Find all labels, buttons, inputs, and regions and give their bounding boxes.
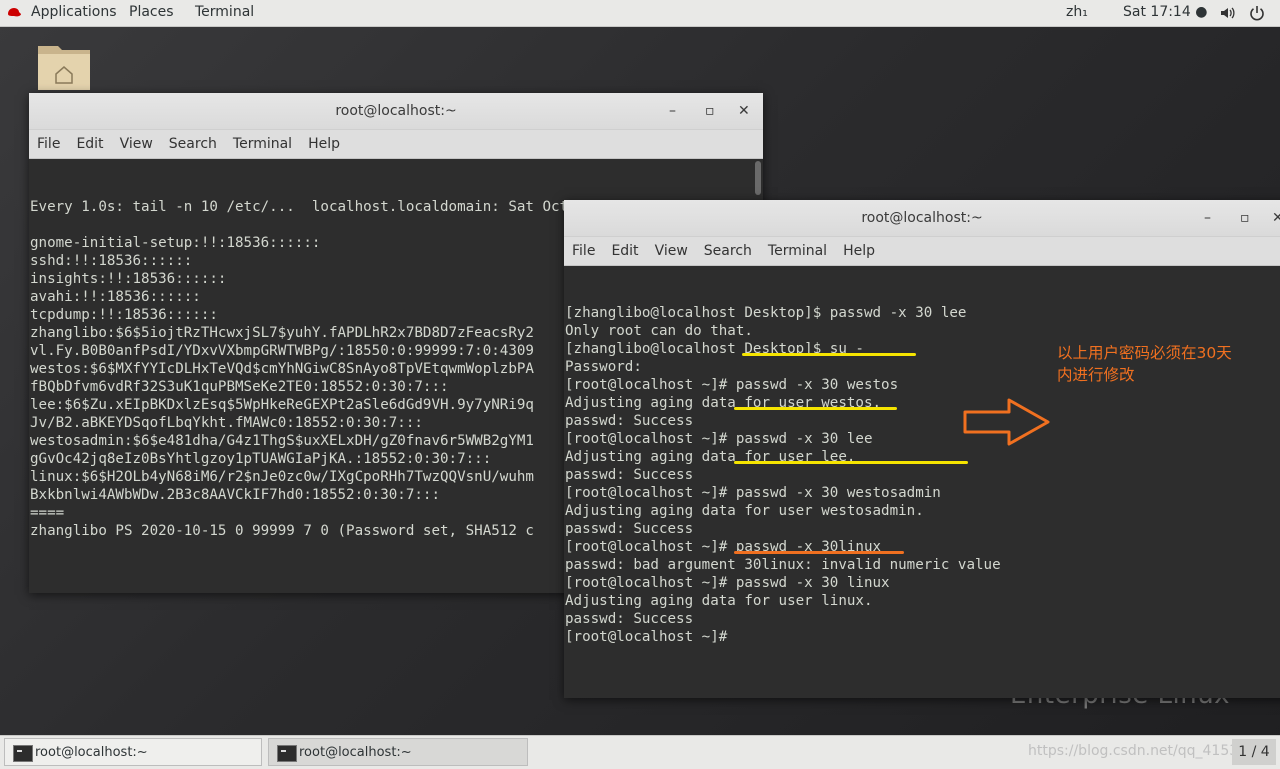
menu-search[interactable]: Search bbox=[704, 243, 752, 259]
minimize-icon[interactable]: – bbox=[669, 93, 676, 129]
menu-bar: File Edit View Search Terminal Help bbox=[564, 237, 1280, 266]
window-title: root@localhost:~ bbox=[861, 210, 983, 226]
menu-bar: File Edit View Search Terminal Help bbox=[29, 130, 763, 159]
window-titlebar[interactable]: root@localhost:~ – ▫ ✕ bbox=[29, 93, 763, 130]
applications-menu[interactable]: Applications bbox=[31, 4, 117, 20]
highlight-underline bbox=[742, 353, 916, 356]
annotation-arrow-icon bbox=[963, 398, 1050, 446]
redhat-logo-icon bbox=[8, 8, 21, 17]
highlight-underline bbox=[734, 407, 897, 410]
menu-help[interactable]: Help bbox=[308, 136, 340, 152]
clock[interactable]: Sat 17:14 ● bbox=[1123, 4, 1207, 20]
terminal-output[interactable]: [zhanglibo@localhost Desktop]$ passwd -x… bbox=[564, 266, 1280, 698]
home-folder-icon[interactable] bbox=[36, 40, 92, 92]
terminal-icon bbox=[277, 745, 297, 762]
close-icon[interactable]: ✕ bbox=[738, 93, 750, 129]
power-icon[interactable] bbox=[1249, 5, 1265, 21]
terminal-line: Adjusting aging data for user westosadmi… bbox=[565, 503, 924, 519]
menu-terminal[interactable]: Terminal bbox=[233, 136, 292, 152]
input-method-indicator[interactable]: zh₁ bbox=[1066, 4, 1088, 20]
terminal-line: [root@localhost ~]# bbox=[565, 629, 728, 645]
highlight-underline-orange bbox=[734, 551, 904, 554]
terminal-app-menu[interactable]: Terminal bbox=[195, 4, 254, 20]
terminal-line: passwd: Success bbox=[565, 611, 694, 627]
menu-file[interactable]: File bbox=[37, 136, 60, 152]
taskbar-window-label: root@localhost:~ bbox=[299, 745, 412, 760]
menu-view[interactable]: View bbox=[120, 136, 153, 152]
watermark-url: https://blog.csdn.net/qq_4153 bbox=[1028, 743, 1239, 759]
terminal-line: [zhanglibo@localhost Desktop]$ passwd -x… bbox=[565, 305, 967, 321]
scrollbar[interactable] bbox=[755, 161, 761, 195]
menu-view[interactable]: View bbox=[655, 243, 688, 259]
terminal-line: [root@localhost ~]# passwd -x 30 linux bbox=[565, 575, 890, 591]
terminal-line: [root@localhost ~]# passwd -x 30 westosa… bbox=[565, 485, 941, 501]
menu-edit[interactable]: Edit bbox=[611, 243, 638, 259]
menu-edit[interactable]: Edit bbox=[76, 136, 103, 152]
maximize-icon[interactable]: ▫ bbox=[1240, 200, 1250, 236]
terminal-icon bbox=[13, 745, 33, 762]
terminal-line: Adjusting aging data for user westos. bbox=[565, 395, 882, 411]
taskbar-window-label: root@localhost:~ bbox=[35, 745, 148, 760]
menu-search[interactable]: Search bbox=[169, 136, 217, 152]
menu-file[interactable]: File bbox=[572, 243, 595, 259]
annotation-note: 以上用户密码必须在30天 内进行修改 bbox=[1057, 342, 1272, 386]
close-icon[interactable]: ✕ bbox=[1272, 200, 1280, 236]
window-titlebar[interactable]: root@localhost:~ – ▫ ✕ bbox=[564, 200, 1280, 237]
taskbar-window-button[interactable]: root@localhost:~ bbox=[268, 738, 528, 766]
terminal-line: passwd: Success bbox=[565, 413, 694, 429]
menu-terminal[interactable]: Terminal bbox=[768, 243, 827, 259]
terminal-line: [root@localhost ~]# passwd -x 30 lee bbox=[565, 431, 873, 447]
annotation-note-line: 内进行修改 bbox=[1057, 366, 1135, 384]
annotation-note-line: 以上用户密码必须在30天 bbox=[1057, 344, 1232, 362]
terminal-line: [root@localhost ~]# passwd -x 30linux bbox=[565, 539, 882, 555]
top-panel: Applications Places Terminal zh₁ Sat 17:… bbox=[0, 0, 1280, 27]
terminal-line: passwd: bad argument 30linux: invalid nu… bbox=[565, 557, 1001, 573]
terminal-line: Only root can do that. bbox=[565, 323, 753, 339]
window-title: root@localhost:~ bbox=[335, 103, 457, 119]
menu-help[interactable]: Help bbox=[843, 243, 875, 259]
places-menu[interactable]: Places bbox=[129, 4, 174, 20]
terminal-line: passwd: Success bbox=[565, 467, 694, 483]
highlight-underline bbox=[734, 461, 968, 464]
minimize-icon[interactable]: – bbox=[1204, 200, 1211, 236]
bottom-taskbar: root@localhost:~ root@localhost:~ https:… bbox=[0, 735, 1280, 769]
terminal-line: Adjusting aging data for user linux. bbox=[565, 593, 873, 609]
volume-icon[interactable] bbox=[1219, 5, 1235, 21]
terminal-window-front[interactable]: root@localhost:~ – ▫ ✕ File Edit View Se… bbox=[564, 200, 1280, 698]
workspace-pager[interactable]: 1 / 4 bbox=[1232, 739, 1276, 765]
taskbar-window-button[interactable]: root@localhost:~ bbox=[4, 738, 262, 766]
terminal-line: passwd: Success bbox=[565, 521, 694, 537]
maximize-icon[interactable]: ▫ bbox=[705, 93, 715, 129]
